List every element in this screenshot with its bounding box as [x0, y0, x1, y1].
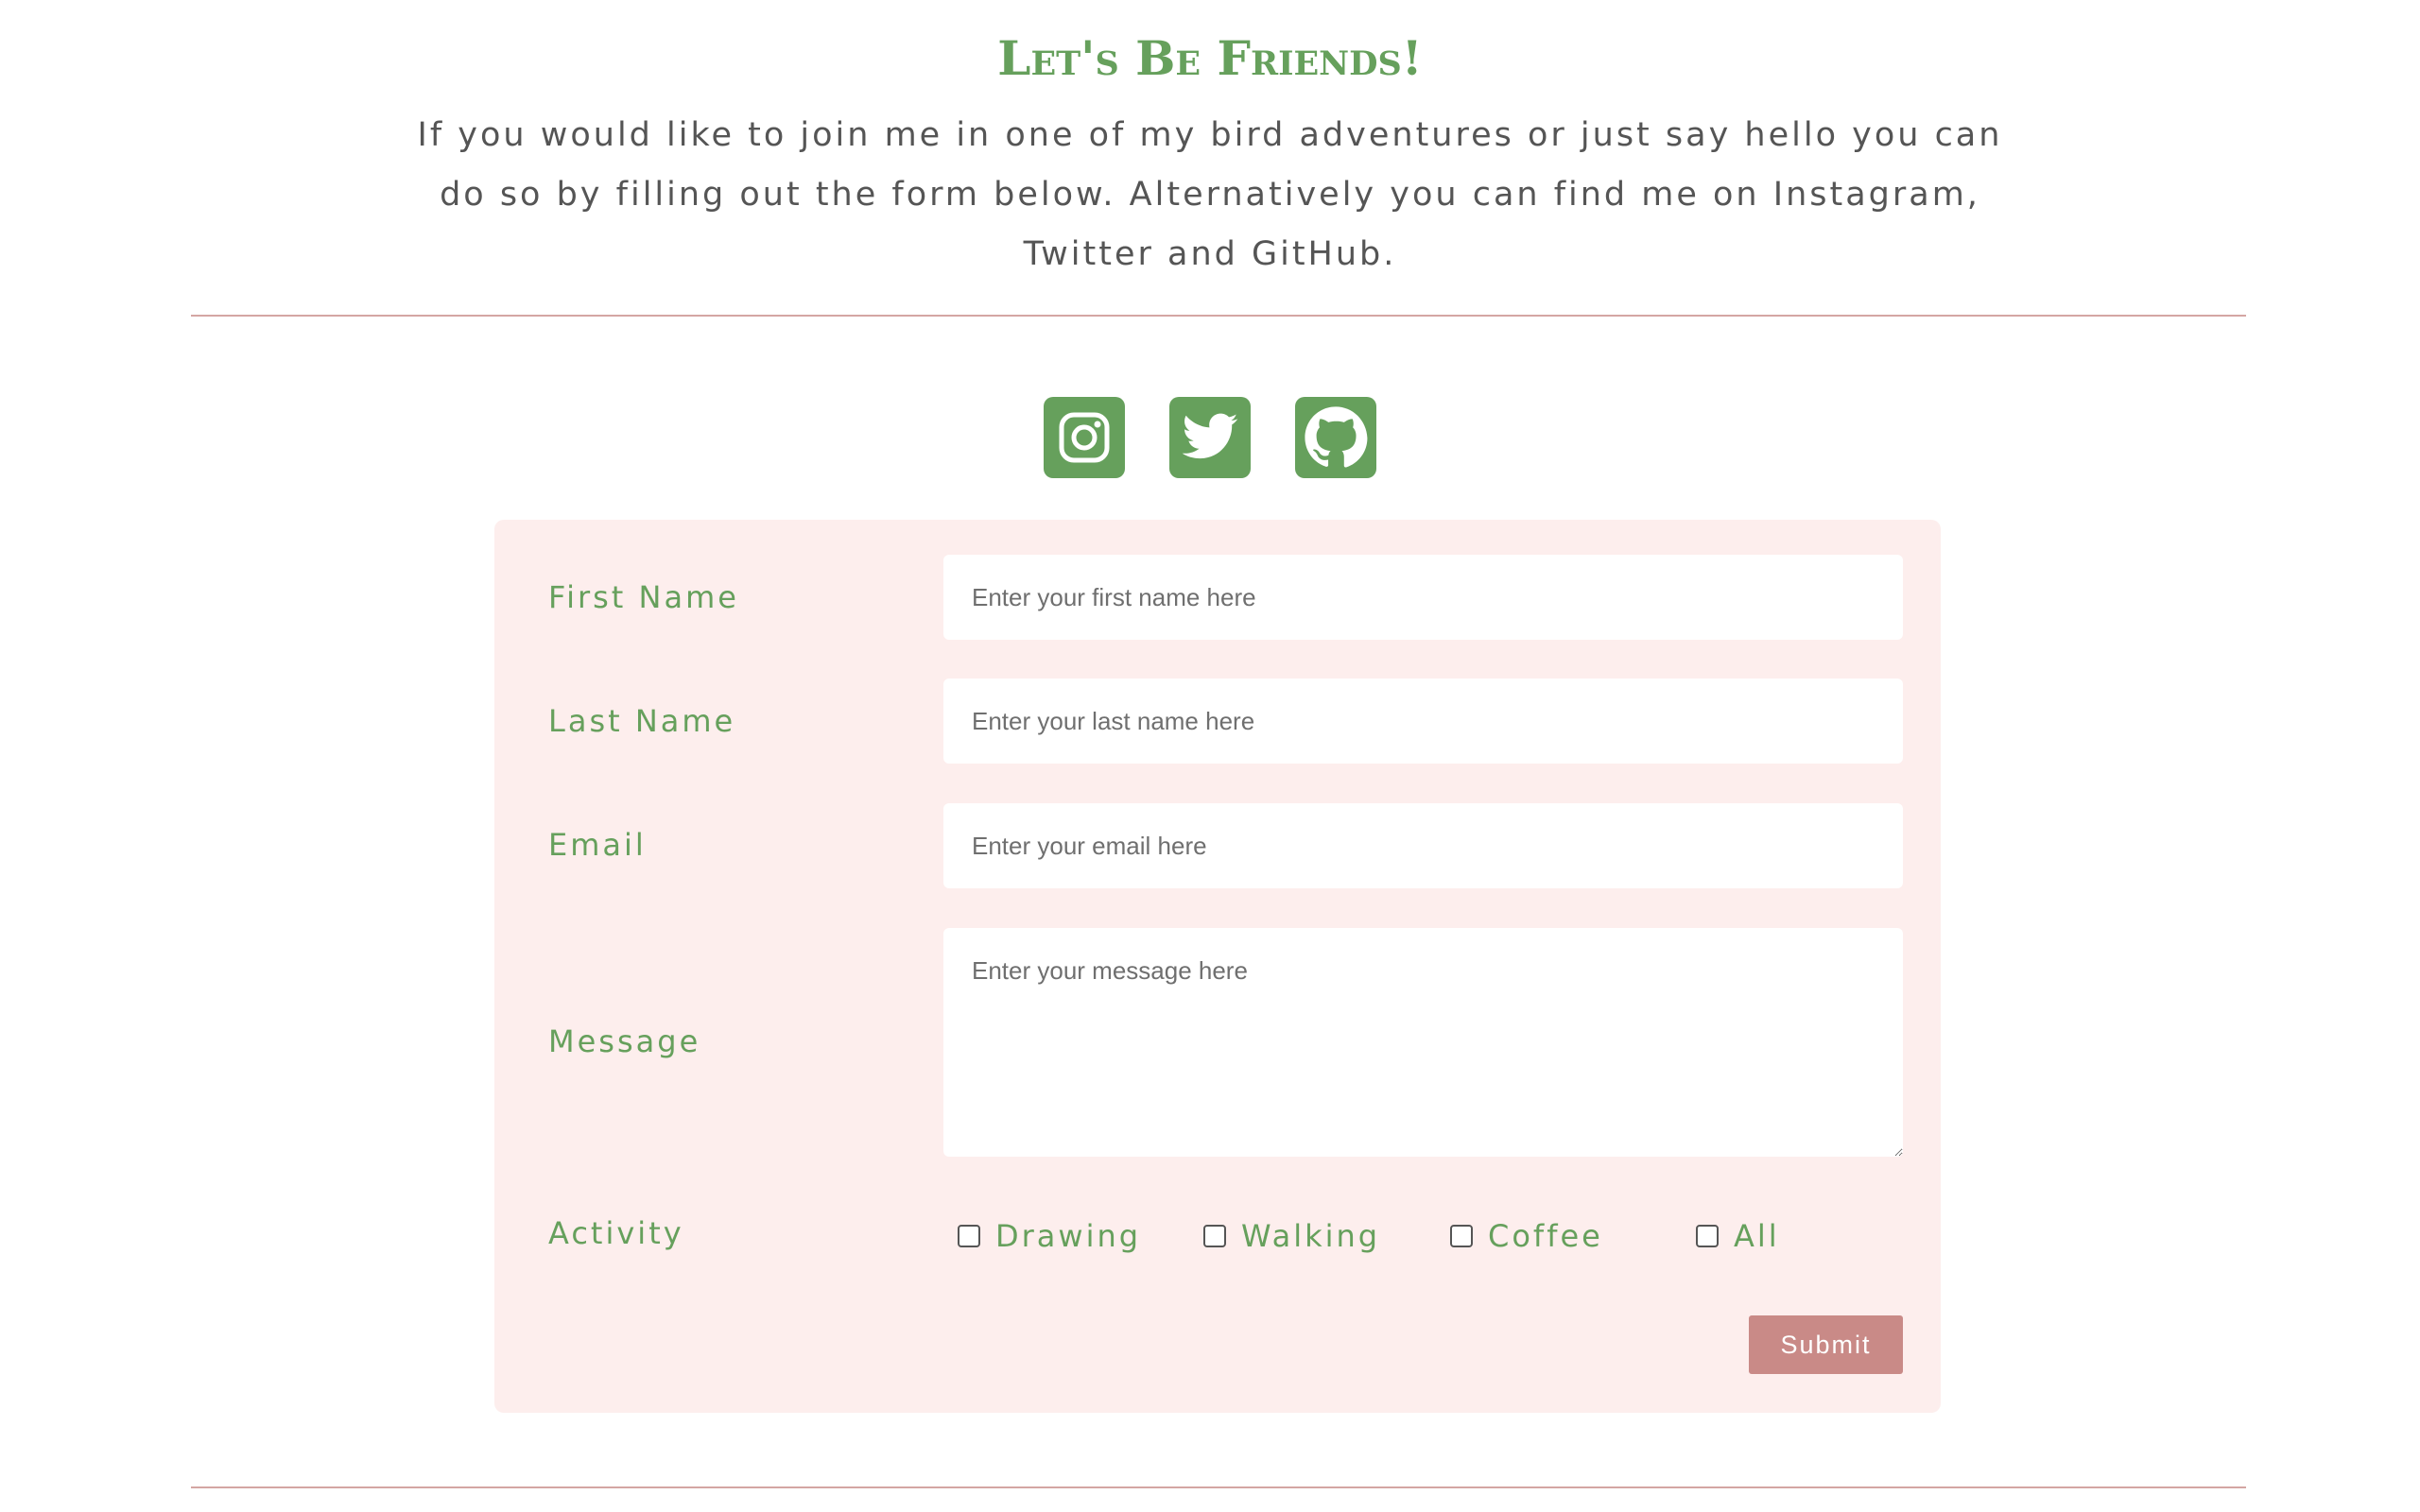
- twitter-icon: [1182, 413, 1238, 459]
- all-label: All: [1734, 1218, 1780, 1254]
- twitter-link[interactable]: [1169, 397, 1251, 478]
- activity-option-drawing[interactable]: Drawing: [958, 1217, 1141, 1255]
- activity-option-all[interactable]: All: [1696, 1217, 1780, 1255]
- instagram-icon: [1059, 412, 1110, 463]
- drawing-checkbox[interactable]: [958, 1225, 980, 1247]
- intro-text: If you would like to join me in one of m…: [417, 116, 2003, 273]
- bottom-divider: [191, 1486, 2246, 1488]
- first-name-input[interactable]: [943, 555, 1903, 640]
- email-label: Email: [548, 827, 647, 863]
- coffee-checkbox[interactable]: [1450, 1225, 1473, 1247]
- activity-option-coffee[interactable]: Coffee: [1450, 1217, 1603, 1255]
- drawing-label: Drawing: [995, 1218, 1142, 1254]
- all-checkbox[interactable]: [1696, 1225, 1719, 1247]
- message-label: Message: [548, 1023, 701, 1059]
- first-name-label: First Name: [548, 579, 739, 615]
- walking-label: Walking: [1241, 1218, 1381, 1254]
- top-divider: [191, 315, 2246, 317]
- message-textarea[interactable]: [943, 928, 1903, 1157]
- coffee-label: Coffee: [1488, 1218, 1603, 1254]
- github-link[interactable]: [1295, 397, 1376, 478]
- email-input[interactable]: [943, 803, 1903, 888]
- last-name-input[interactable]: [943, 679, 1903, 764]
- activity-option-walking[interactable]: Walking: [1203, 1217, 1380, 1255]
- instagram-link[interactable]: [1044, 397, 1125, 478]
- last-name-label: Last Name: [548, 703, 736, 739]
- walking-checkbox[interactable]: [1203, 1225, 1226, 1247]
- social-links: [0, 397, 2420, 478]
- contact-form: First Name Last Name Email Message Activ…: [494, 520, 1941, 1413]
- github-icon: [1305, 406, 1368, 468]
- page-title: Let's Be Friends!: [997, 30, 1423, 86]
- activity-label: Activity: [548, 1215, 684, 1251]
- submit-button[interactable]: Submit: [1749, 1315, 1903, 1374]
